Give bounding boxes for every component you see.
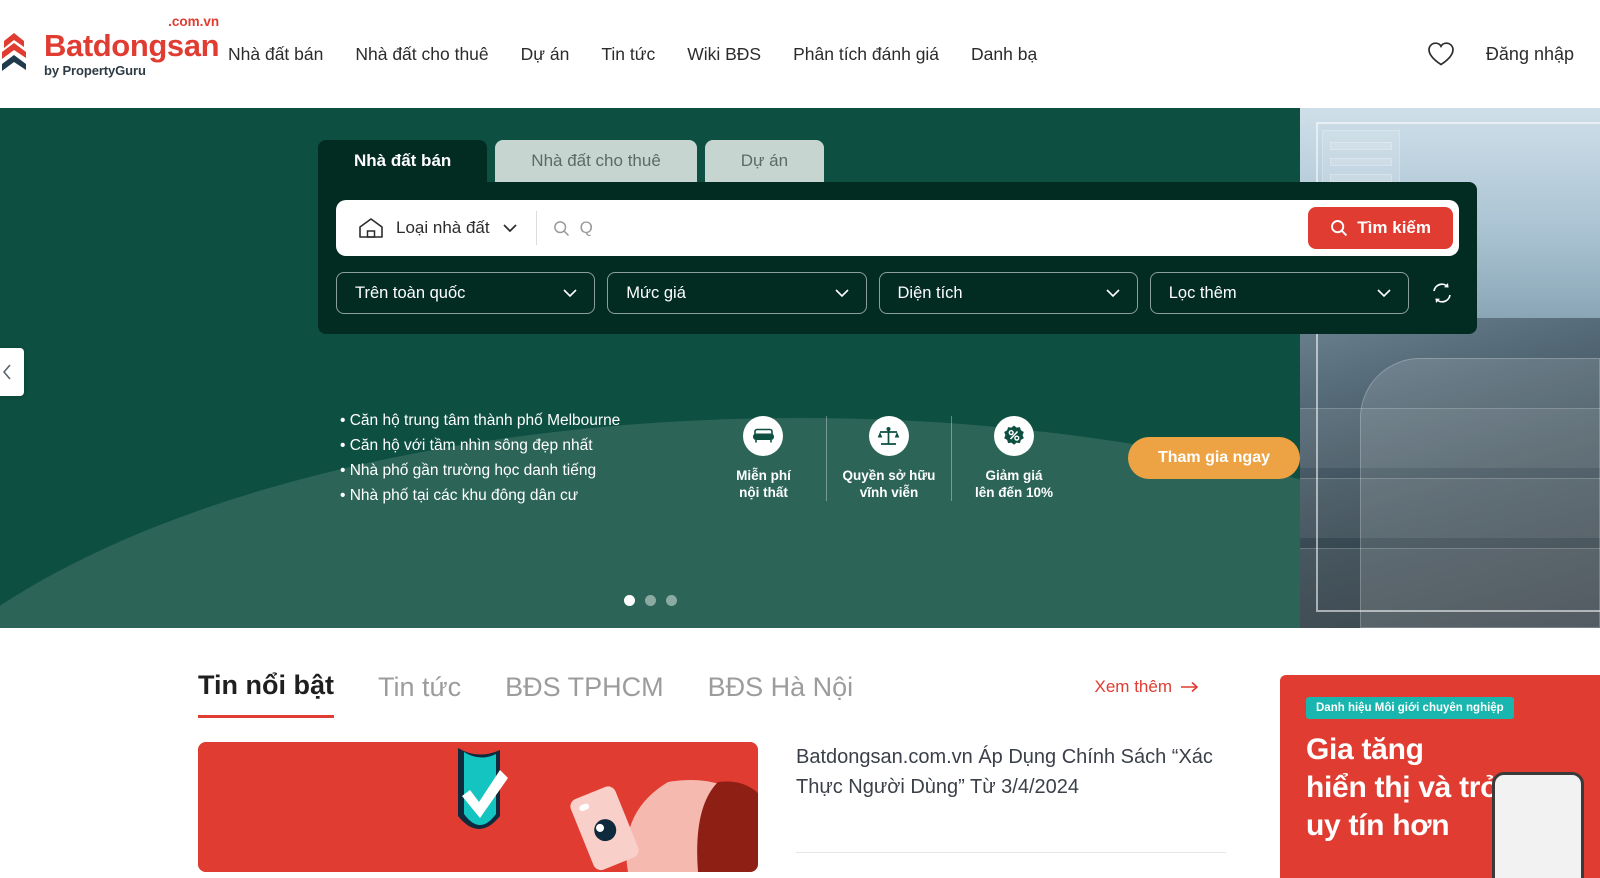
promo-bullet: Nhà phố gần trường học danh tiếng — [340, 458, 643, 483]
carousel-dots — [0, 595, 1300, 606]
news-thumbnail[interactable] — [198, 742, 758, 872]
search-panel: Loại nhà đất Q Tìm kiếm Trên toàn quốc M… — [318, 182, 1477, 334]
perk-label-line1: Quyền sở hữu — [842, 467, 936, 483]
main-nav: Nhà đất bán Nhà đất cho thuê Dự án Tin t… — [212, 34, 1053, 75]
property-type-dropdown[interactable]: Loại nhà đất — [336, 211, 537, 245]
nav-item-wiki-bds[interactable]: Wiki BĐS — [671, 34, 777, 75]
ad-phone-illustration — [1492, 772, 1584, 878]
search-tab-nha-dat-ban[interactable]: Nhà đất bán — [318, 140, 488, 182]
nav-item-nha-dat-cho-thue[interactable]: Nhà đất cho thuê — [339, 34, 504, 75]
join-now-button[interactable]: Tham gia ngay — [1127, 437, 1300, 479]
news-tab-bds-ha-noi[interactable]: BĐS Hà Nội — [708, 672, 854, 717]
news-tab-bds-tphcm[interactable]: BĐS TPHCM — [505, 672, 664, 717]
promo-bullet-list: Căn hộ trung tâm thành phố Melbourne Căn… — [340, 408, 643, 508]
search-filters: Trên toàn quốc Mức giá Diện tích Lọc thê… — [336, 272, 1459, 314]
property-type-label: Loại nhà đất — [396, 218, 490, 237]
filter-location-label: Trên toàn quốc — [355, 283, 466, 302]
sofa-icon-wrap — [743, 415, 784, 456]
shield-check-illustration — [198, 742, 758, 872]
filter-price-label: Mức giá — [626, 283, 686, 302]
perk-ownership: Quyền sở hữu vĩnh viễn — [825, 415, 951, 501]
news-divider — [796, 852, 1226, 853]
see-more-link[interactable]: Xem thêm — [1095, 677, 1238, 711]
promo-bullet: Căn hộ với tầm nhìn sông đẹp nhất — [340, 433, 643, 458]
news-main: Tin nổi bật Tin tức BĐS TPHCM BĐS Hà Nội… — [198, 670, 1238, 872]
reset-filters-button[interactable] — [1425, 276, 1459, 310]
perk-discount: Giảm giá lên đến 10% — [950, 415, 1076, 501]
filter-location[interactable]: Trên toàn quốc — [336, 272, 596, 314]
search-icon — [553, 220, 569, 236]
news-tab-tin-noi-bat[interactable]: Tin nổi bật — [198, 670, 334, 718]
promo-bullet: Căn hộ trung tâm thành phố Melbourne — [340, 408, 643, 433]
hero-promo: Căn hộ trung tâm thành phố Melbourne Căn… — [340, 408, 1300, 508]
login-button[interactable]: Đăng nhập — [1486, 44, 1574, 65]
scales-icon — [878, 426, 900, 445]
see-more-label: Xem thêm — [1094, 677, 1172, 696]
hero-search-card: Nhà đất bán Nhà đất cho thuê Dự án Loại … — [318, 140, 1477, 334]
house-icon — [359, 218, 383, 238]
perk-label-line1: Giảm giá — [985, 467, 1043, 483]
site-header: .com.vn Batdongsan by PropertyGuru Nhà đ… — [0, 0, 1600, 108]
chevron-down-icon — [563, 289, 577, 298]
perk-free-furniture: Miễn phí nội thất — [701, 415, 826, 501]
filter-more-label: Lọc thêm — [1168, 283, 1237, 302]
batdongsan-logo-icon — [2, 33, 26, 71]
search-tab-nha-dat-cho-thue[interactable]: Nhà đất cho thuê — [495, 140, 697, 182]
search-input-value: Q — [579, 218, 593, 237]
heart-icon — [1428, 42, 1454, 66]
chevron-down-icon — [834, 289, 849, 298]
search-row: Loại nhà đất Q Tìm kiếm — [336, 200, 1459, 256]
search-tab-du-an[interactable]: Dự án — [704, 140, 825, 182]
promo-ad-banner[interactable]: Danh hiệu Môi giới chuyên nghiệp Gia tăn… — [1280, 675, 1600, 878]
refresh-icon — [1433, 283, 1451, 303]
logo-tld: .com.vn — [168, 14, 220, 29]
ad-badge: Danh hiệu Môi giới chuyên nghiệp — [1306, 697, 1514, 719]
perk-label-line2: lên đến 10% — [974, 484, 1053, 500]
favorites-button[interactable] — [1424, 37, 1458, 71]
nav-item-danh-ba[interactable]: Danh bạ — [955, 34, 1053, 75]
nav-item-nha-dat-ban[interactable]: Nhà đất bán — [212, 34, 339, 75]
ad-headline-line1: Gia tăng — [1306, 733, 1424, 766]
chevron-left-icon — [2, 364, 11, 380]
logo-name: Batdongsan — [44, 28, 220, 63]
carousel-dot-1[interactable] — [623, 595, 635, 606]
search-input[interactable]: Q — [537, 218, 1309, 238]
carousel-dot-3[interactable] — [665, 595, 677, 606]
perk-label-line1: Miễn phí — [736, 467, 791, 483]
nav-item-tin-tuc[interactable]: Tin tức — [585, 34, 671, 75]
nav-item-phan-tich-danh-gia[interactable]: Phân tích đánh giá — [777, 34, 955, 75]
header-actions: Đăng nhập — [1424, 37, 1574, 71]
logo-tagline: by PropertyGuru — [44, 63, 146, 78]
carousel-prev-button[interactable] — [0, 348, 24, 396]
filter-area[interactable]: Diện tích — [878, 272, 1138, 314]
chevron-down-icon — [502, 224, 517, 233]
news-tabs: Tin nổi bật Tin tức BĐS TPHCM BĐS Hà Nội… — [198, 670, 1238, 718]
site-logo[interactable]: .com.vn Batdongsan by PropertyGuru — [0, 14, 220, 78]
search-submit-label: Tìm kiếm — [1357, 218, 1431, 237]
scales-icon-wrap — [868, 415, 909, 456]
chevron-down-icon — [1377, 289, 1391, 298]
filter-price[interactable]: Mức giá — [607, 272, 867, 314]
search-tabs: Nhà đất bán Nhà đất cho thuê Dự án — [318, 140, 1477, 182]
search-submit-button[interactable]: Tìm kiếm — [1308, 207, 1453, 249]
chevron-down-icon — [1106, 289, 1120, 298]
carousel-dot-2[interactable] — [644, 595, 656, 606]
promo-perks: Miễn phí nội thất Quyền sở hữu vĩnh viễn… — [701, 415, 1076, 501]
nav-item-du-an[interactable]: Dự án — [505, 34, 586, 75]
news-tab-tin-tuc[interactable]: Tin tức — [378, 672, 461, 717]
promo-bullet: Nhà phố tại các khu đông dân cư — [340, 483, 643, 508]
discount-badge-icon — [1004, 425, 1024, 445]
filter-more[interactable]: Lọc thêm — [1149, 272, 1409, 314]
arrow-right-icon — [1181, 681, 1199, 693]
filter-area-label: Diện tích — [897, 283, 963, 302]
discount-badge-icon-wrap — [993, 415, 1034, 456]
perk-label-line2: vĩnh viễn — [859, 484, 919, 500]
sofa-icon — [752, 428, 774, 443]
search-icon — [1331, 220, 1348, 237]
perk-label-line2: nội thất — [739, 484, 788, 500]
hero-banner: Nhà đất bán Nhà đất cho thuê Dự án Loại … — [0, 108, 1600, 628]
